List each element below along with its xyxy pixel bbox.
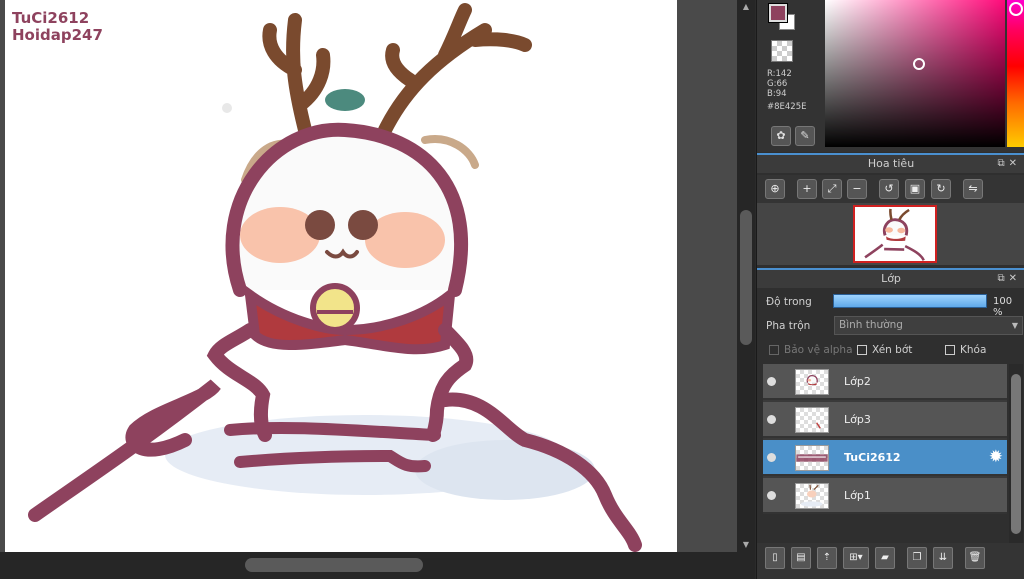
watermark-text: TuCi2612 Hoidap247 — [12, 10, 103, 44]
opacity-value: 100 % — [993, 296, 1013, 318]
foreground-color-swatch[interactable] — [768, 3, 788, 23]
color-cursor[interactable] — [913, 58, 925, 70]
blend-mode-select[interactable]: Bình thường ▼ — [834, 316, 1023, 335]
rotate-right-icon[interactable]: ↻ — [931, 179, 951, 199]
visibility-icon[interactable] — [767, 453, 776, 462]
popout-icon[interactable]: ⧉ — [997, 158, 1008, 169]
folder-icon[interactable]: ▰ — [875, 547, 895, 569]
opacity-slider[interactable] — [833, 294, 987, 308]
zoom-in-icon[interactable]: + — [797, 179, 817, 199]
drawing-canvas[interactable]: TuCi2612 Hoidap247 — [5, 0, 677, 552]
palette-icon[interactable]: ✿ — [771, 126, 791, 146]
duplicate-layer-icon[interactable]: ❐ — [907, 547, 927, 569]
saturation-value-picker[interactable] — [825, 0, 1005, 147]
canvas-horizontal-scrollbar[interactable] — [0, 552, 755, 579]
navigator-title: Hoa tiêu — [867, 157, 915, 170]
zoom-out-icon[interactable]: − — [847, 179, 867, 199]
layer-thumbnail — [795, 483, 829, 509]
lock-label: Khóa — [960, 344, 987, 356]
layer-panel-title: Lớp — [881, 272, 901, 285]
layer-thumbnail-art — [796, 454, 828, 462]
new-raster-layer-icon[interactable]: ▤ — [791, 547, 811, 569]
layer-name: Lớp3 — [844, 413, 871, 426]
layer-row-lop3[interactable]: Lớp3 — [763, 402, 1007, 438]
watermark-line1: TuCi2612 — [12, 9, 90, 27]
layer-thumbnail — [795, 369, 829, 395]
panel-header-icons[interactable]: ⧉✕ — [997, 155, 1021, 173]
protect-alpha-label: Bảo vệ alpha — [784, 344, 853, 356]
canvas-workspace[interactable]: TuCi2612 Hoidap247 — [0, 0, 740, 552]
horizontal-scroll-thumb[interactable] — [245, 558, 423, 572]
scroll-up-icon[interactable]: ▲ — [740, 2, 752, 12]
chevron-down-icon: ▼ — [1011, 321, 1018, 330]
hue-cursor[interactable] — [1009, 2, 1023, 16]
color-panel: R:142 G:66 B:94 #8E425E ✿ ✎ — [757, 0, 1024, 152]
blend-mode-label: Pha trộn — [766, 320, 811, 332]
navigator-header: Hoa tiêu ⧉✕ — [757, 153, 1024, 173]
gear-icon[interactable]: ✹ — [989, 448, 1003, 466]
close-icon[interactable]: ✕ — [1009, 158, 1021, 169]
right-panel: R:142 G:66 B:94 #8E425E ✿ ✎ Hoa tiêu ⧉✕ … — [756, 0, 1024, 579]
canvas-vertical-scrollbar[interactable]: ▲ ▼ — [737, 0, 755, 552]
rotate-left-icon[interactable]: ↺ — [879, 179, 899, 199]
merge-layer-icon[interactable]: ⇊ — [933, 547, 953, 569]
scroll-down-icon[interactable]: ▼ — [740, 540, 752, 550]
hex-value: #8E425E — [767, 102, 807, 112]
delete-layer-icon[interactable]: 🗑 — [965, 547, 985, 569]
layer-header-icons[interactable]: ⧉✕ — [997, 270, 1021, 288]
lock-checkbox[interactable] — [945, 345, 955, 355]
layer-list-scrollbar[interactable] — [1009, 364, 1023, 544]
blend-mode-value: Bình thường — [839, 319, 903, 331]
transparent-color-swatch[interactable] — [771, 40, 793, 62]
artwork — [28, 3, 642, 552]
color-picker-icon[interactable]: ✎ — [795, 126, 815, 146]
zoom-fit-icon[interactable]: ⊕ — [765, 179, 785, 199]
layer-toolbar: ▯ ▤ ⇡ ⊞▾ ▰ ❐ ⇊ 🗑 — [757, 543, 1024, 579]
opacity-label: Độ trong — [766, 296, 812, 308]
paint-app: TuCi2612 Hoidap247 ▲ ▼ R:142 G:66 B:94 #… — [0, 0, 1024, 579]
layer-scroll-thumb[interactable] — [1011, 374, 1021, 534]
layer-header: Lớp ⧉✕ — [757, 268, 1024, 288]
new-layer-icon[interactable]: ▯ — [765, 547, 785, 569]
flip-icon[interactable]: ⇋ — [963, 179, 983, 199]
protect-alpha-checkbox[interactable] — [769, 345, 779, 355]
layer-name: Lớp1 — [844, 489, 871, 502]
actual-size-icon[interactable]: ▣ — [905, 179, 925, 199]
layer-thumbnail-art — [806, 375, 818, 386]
close-icon[interactable]: ✕ — [1009, 273, 1021, 284]
clipping-label: Xén bớt — [872, 344, 913, 356]
layer-name: TuCi2612 — [844, 451, 901, 464]
add-layer-menu-icon[interactable]: ⊞▾ — [843, 547, 869, 569]
navigator-thumbnail[interactable] — [853, 205, 937, 263]
new-halftone-layer-icon[interactable]: ⇡ — [817, 547, 837, 569]
clipping-checkbox[interactable] — [857, 345, 867, 355]
visibility-icon[interactable] — [767, 491, 776, 500]
green-value: G:66 — [767, 79, 788, 89]
layer-thumbnail-art — [800, 484, 823, 507]
layer-thumbnail — [795, 445, 829, 471]
red-value: R:142 — [767, 69, 792, 79]
vertical-scroll-thumb[interactable] — [740, 210, 752, 345]
popout-icon[interactable]: ⧉ — [997, 273, 1008, 284]
hue-slider[interactable] — [1007, 0, 1024, 147]
navigator-preview[interactable] — [757, 203, 1024, 265]
fit-screen-icon[interactable]: ⤢ — [822, 179, 842, 199]
layer-thumbnail — [795, 407, 829, 433]
layer-list: Lớp2 Lớp3 TuCi2612 ✹ Lớp1 — [763, 364, 1007, 514]
navigator-thumbnail-art — [864, 208, 925, 261]
navigator-toolbar: ⊕ + ⤢ − ↺ ▣ ↻ ⇋ — [757, 175, 1024, 203]
watermark-line2: Hoidap247 — [12, 26, 103, 44]
blue-value: B:94 — [767, 89, 787, 99]
layer-thumbnail-art — [816, 422, 821, 429]
layer-name: Lớp2 — [844, 375, 871, 388]
visibility-icon[interactable] — [767, 415, 776, 424]
layer-row-lop2[interactable]: Lớp2 — [763, 364, 1007, 400]
visibility-icon[interactable] — [767, 377, 776, 386]
layer-row-tuci2612[interactable]: TuCi2612 ✹ — [763, 440, 1007, 476]
layer-row-lop1[interactable]: Lớp1 — [763, 478, 1007, 514]
